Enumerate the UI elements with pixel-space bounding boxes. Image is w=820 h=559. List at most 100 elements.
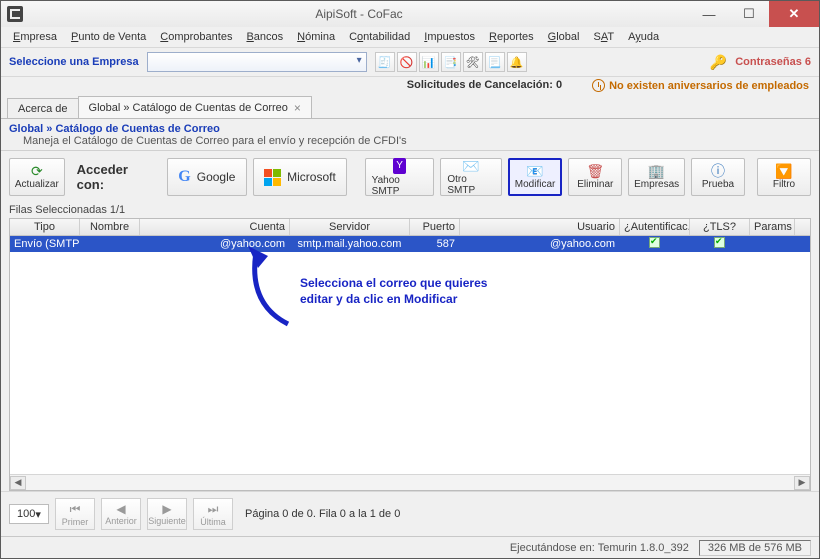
filtro-button[interactable]: 🔽 Filtro — [757, 158, 811, 196]
last-page-button[interactable]: ⏭Última — [193, 498, 233, 530]
cell-auth — [620, 237, 690, 251]
cancel-requests-label: Solicitudes de Cancelación: 0 — [407, 79, 562, 92]
company-combo[interactable] — [147, 52, 367, 72]
memory-label: 326 MB de 576 MB — [699, 540, 811, 556]
menu-ayuda[interactable]: Ayuda — [622, 29, 665, 45]
grid-header: Tipo Nombre Cuenta Servidor Puerto Usuar… — [10, 219, 810, 236]
company-icon: 🏢 — [648, 164, 665, 178]
col-tipo[interactable]: Tipo — [10, 219, 80, 235]
annotation-arrow-icon — [238, 244, 308, 334]
menu-impuestos[interactable]: Impuestos — [418, 29, 481, 45]
icon-bell[interactable]: 🔔 — [507, 52, 527, 72]
col-servidor[interactable]: Servidor — [290, 219, 410, 235]
menu-nomina[interactable]: Nómina — [291, 29, 341, 45]
menu-empresa[interactable]: Empresa — [7, 29, 63, 45]
icon-invoice[interactable]: 🧾 — [375, 52, 395, 72]
company-bar: Seleccione una Empresa 🧾 🚫 📊 📑 🛠 📃 🔔 🔑 C… — [1, 48, 819, 77]
runtime-label: Ejecutándose en: Temurin 1.8.0_392 — [510, 542, 689, 554]
grid-body[interactable]: Envío (SMTP) @yahoo.com smtp.mail.yahoo.… — [10, 236, 810, 474]
col-auth[interactable]: ¿Autentificac... — [620, 219, 690, 235]
filter-icon: 🔽 — [775, 164, 792, 178]
google-icon: G — [178, 168, 190, 186]
menu-global[interactable]: Global — [542, 29, 586, 45]
cell-tls — [690, 237, 750, 251]
tab-catalogo-correo[interactable]: Global » Catálogo de Cuentas de Correo × — [78, 96, 312, 118]
first-page-button[interactable]: ⏮Primer — [55, 498, 95, 530]
scroll-right-button[interactable]: ▶ — [794, 476, 810, 490]
select-company-link[interactable]: Seleccione una Empresa — [9, 56, 139, 68]
microsoft-icon — [264, 169, 281, 186]
table-row[interactable]: Envío (SMTP) @yahoo.com smtp.mail.yahoo.… — [10, 236, 810, 252]
acceder-label: Acceder con: — [71, 162, 161, 192]
window-title: AipiSoft - CoFac — [29, 7, 689, 21]
otro-smtp-button[interactable]: ✉️ Otro SMTP — [440, 158, 501, 196]
passwords-link[interactable]: Contraseñas 6 — [735, 56, 811, 68]
tab-about[interactable]: Acerca de — [7, 98, 78, 118]
prev-page-button[interactable]: ◀Anterior — [101, 498, 141, 530]
app-logo-icon — [7, 6, 23, 22]
page-size-select[interactable]: 100 ▾ — [9, 504, 49, 524]
tab-close-icon[interactable]: × — [294, 101, 301, 115]
refresh-button[interactable]: ⟳ Actualizar — [9, 158, 65, 196]
grid: Tipo Nombre Cuenta Servidor Puerto Usuar… — [9, 218, 811, 491]
toolbar: ⟳ Actualizar Acceder con: G Google Micro… — [1, 152, 819, 202]
cell-tipo: Envío (SMTP) — [10, 238, 80, 250]
cell-usuario: @yahoo.com — [460, 238, 620, 250]
cell-puerto: 587 — [410, 238, 460, 250]
titlebar: AipiSoft - CoFac — ☐ ✕ — [1, 1, 819, 27]
page-title: Global » Catálogo de Cuentas de Correo — [9, 123, 811, 135]
refresh-icon: ⟳ — [31, 164, 43, 178]
col-params[interactable]: Params — [750, 219, 795, 235]
menu-comprobantes[interactable]: Comprobantes — [154, 29, 238, 45]
icon-chart[interactable]: 📊 — [419, 52, 439, 72]
info-icon: ⓘ — [711, 164, 725, 178]
microsoft-button[interactable]: Microsoft — [253, 158, 347, 196]
maximize-button[interactable]: ☐ — [729, 1, 769, 27]
menu-contabilidad[interactable]: Contabilidad — [343, 29, 416, 45]
icon-cancel-doc[interactable]: 🚫 — [397, 52, 417, 72]
grid-hscrollbar[interactable]: ◀ ▶ — [10, 474, 810, 490]
cell-servidor: smtp.mail.yahoo.com — [290, 238, 410, 250]
selection-count: Filas Seleccionadas 1/1 — [1, 202, 819, 218]
menu-punto-venta[interactable]: Punto de Venta — [65, 29, 152, 45]
next-page-button[interactable]: ▶Siguiente — [147, 498, 187, 530]
yahoo-icon: Y — [393, 158, 406, 174]
scroll-track[interactable] — [26, 476, 794, 490]
prueba-button[interactable]: ⓘ Prueba — [691, 158, 745, 196]
col-nombre[interactable]: Nombre — [80, 219, 140, 235]
icon-cert[interactable]: 📃 — [485, 52, 505, 72]
col-cuenta[interactable]: Cuenta — [140, 219, 290, 235]
pager-status: Página 0 de 0. Fila 0 a la 1 de 0 — [245, 508, 400, 520]
menu-bancos[interactable]: Bancos — [240, 29, 289, 45]
google-button[interactable]: G Google — [167, 158, 247, 196]
yahoo-smtp-button[interactable]: Y Yahoo SMTP — [365, 158, 435, 196]
close-button[interactable]: ✕ — [769, 1, 819, 27]
pager: 100 ▾ ⏮Primer ◀Anterior ▶Siguiente ⏭Últi… — [1, 491, 819, 536]
key-icon: 🔑 — [710, 54, 727, 71]
col-usuario[interactable]: Usuario — [460, 219, 620, 235]
mail-icon: ✉️ — [462, 159, 479, 173]
page-subtitle: Maneja el Catálogo de Cuentas de Correo … — [9, 135, 811, 147]
notice-bar: Solicitudes de Cancelación: 0 No existen… — [1, 77, 819, 96]
statusbar: Ejecutándose en: Temurin 1.8.0_392 326 M… — [1, 536, 819, 558]
menu-sat[interactable]: SAT — [587, 29, 620, 45]
scroll-left-button[interactable]: ◀ — [10, 476, 26, 490]
col-tls[interactable]: ¿TLS? — [690, 219, 750, 235]
quick-icon-bar: 🧾 🚫 📊 📑 🛠 📃 🔔 — [375, 52, 527, 72]
eliminar-button[interactable]: 🗑 Eliminar — [568, 158, 622, 196]
tabstrip: Acerca de Global » Catálogo de Cuentas d… — [1, 96, 819, 119]
menu-reportes[interactable]: Reportes — [483, 29, 540, 45]
icon-tools[interactable]: 🛠 — [463, 52, 483, 72]
minimize-button[interactable]: — — [689, 1, 729, 27]
section-header: Global » Catálogo de Cuentas de Correo M… — [1, 119, 819, 149]
clock-icon — [592, 79, 605, 92]
anniversaries-label: No existen aniversarios de empleados — [592, 79, 809, 92]
delete-icon: 🗑 — [586, 164, 604, 178]
modificar-button[interactable]: 📧 Modificar — [508, 158, 562, 196]
icon-report[interactable]: 📑 — [441, 52, 461, 72]
empresas-button[interactable]: 🏢 Empresas — [628, 158, 685, 196]
check-icon — [714, 237, 725, 248]
app-window: AipiSoft - CoFac — ☐ ✕ Empresa Punto de … — [0, 0, 820, 559]
check-icon — [649, 237, 660, 248]
col-puerto[interactable]: Puerto — [410, 219, 460, 235]
